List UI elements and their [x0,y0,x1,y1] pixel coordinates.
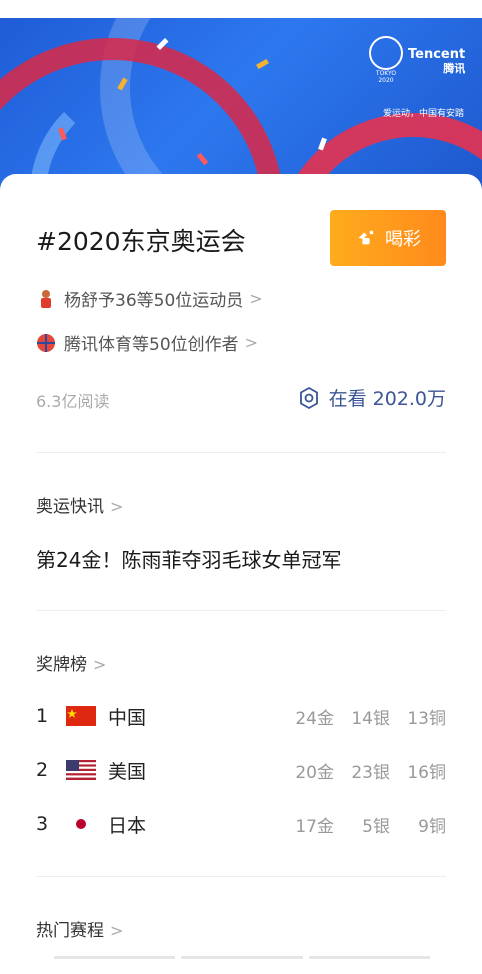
topic-title: #2020东京奥运会 [36,227,246,256]
news-headline[interactable]: 第24金！陈雨菲夺羽毛球女单冠军 [36,544,341,573]
medal-table-link[interactable]: 奖牌榜 > [36,650,106,675]
athletes-link[interactable]: 杨舒予36等50位运动员 > [36,286,263,311]
basketball-icon [37,333,55,352]
athletes-label: 杨舒予36等50位运动员 [64,291,244,311]
creators-link[interactable]: 腾讯体育等50位创作者 > [36,330,258,355]
schedule-tabs-placeholder [54,956,430,959]
cheer-button[interactable]: 喝彩 [330,210,446,266]
japan-flag-icon [66,814,96,834]
cheer-label: 喝彩 [385,229,421,250]
cheer-hand-icon [358,230,374,245]
divider [36,610,446,611]
news-section-link[interactable]: 奥运快讯 > [36,492,123,517]
creators-label: 腾讯体育等50位创作者 [64,335,239,355]
china-flag-icon [66,706,96,726]
divider [36,452,446,453]
chevron-right-icon: > [244,333,259,352]
schedule-section-link[interactable]: 热门赛程 > [36,916,123,941]
medal-row[interactable]: 1 中国 24金 14银 13铜 [36,701,446,731]
watching-icon [299,386,318,409]
usa-flag-icon [66,760,96,780]
chevron-right-icon: > [110,921,124,940]
divider [36,876,446,877]
chevron-right-icon: > [249,289,263,308]
sponsor-slogan: 爱运动，中国有安踏 [382,109,464,119]
olympic-emblem-icon: TOKYO 2020 [368,36,404,96]
watching-count[interactable]: 在看 202.0万 [297,384,446,411]
medal-row[interactable]: 3 日本 17金 5银 9铜 [36,809,446,839]
watching-label: 在看 202.0万 [328,388,446,410]
topic-card: #2020东京奥运会 喝彩 杨舒予36等50位运动员 > 腾讯体育等50位创作者… [0,174,482,974]
chevron-right-icon: > [110,497,124,516]
read-count: 6.3亿阅读 [36,392,110,411]
athlete-avatar-icon [41,289,51,308]
tencent-logo: Tencent 腾讯 [408,47,466,76]
chevron-right-icon: > [93,655,107,674]
medal-row[interactable]: 2 美国 20金 23银 16铜 [36,755,446,785]
